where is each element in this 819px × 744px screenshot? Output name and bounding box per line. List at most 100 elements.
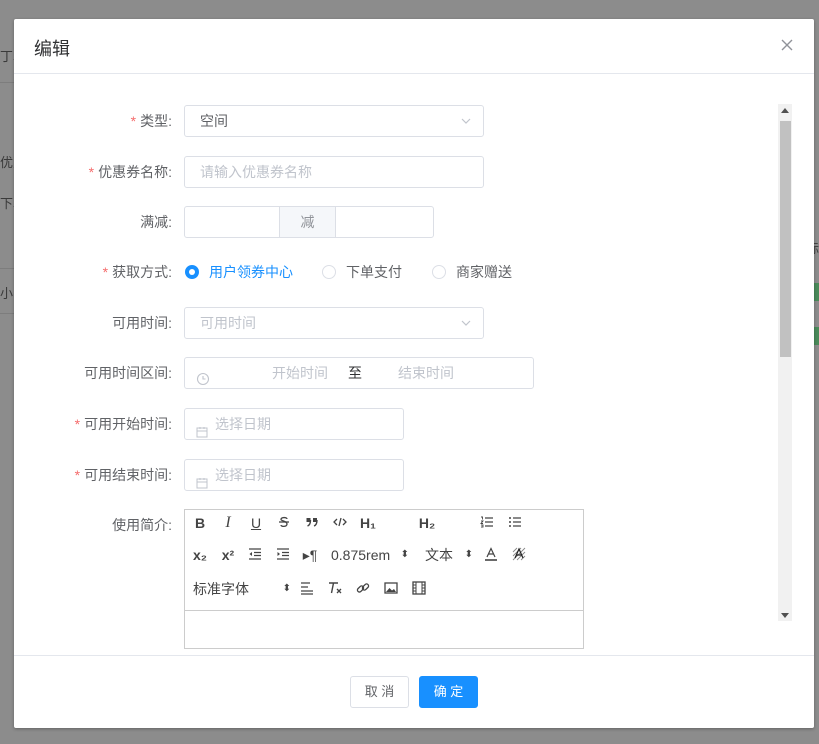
cancel-button[interactable]: 取 消 [350,676,409,708]
up-down-icon: ⬍ [464,549,473,560]
radio-dot [185,265,199,279]
outdent-icon[interactable] [245,544,265,566]
range-end-placeholder: 结束时间 [398,365,454,381]
ordered-list-icon[interactable] [477,512,497,534]
get-method-label: 获取方式: [112,264,172,280]
indent-icon[interactable] [273,544,293,566]
discount-amount-input[interactable] [335,206,434,238]
radio-merchant-gift[interactable]: 商家赠送 [432,256,512,288]
editor-toolbar-row: B I U H₁ H₂ [185,512,583,544]
close-icon[interactable] [780,38,794,52]
bg-divider [0,82,14,83]
text-type-select[interactable]: 文本 ⬍ [425,544,475,566]
clock-icon [196,366,210,386]
discount-separator: 减 [280,206,335,238]
radio-label: 商家赠送 [456,264,512,280]
bullet-list-icon[interactable] [505,512,525,534]
superscript-button[interactable]: x² [217,544,239,566]
bg-divider [0,313,14,314]
underline-button[interactable]: U [246,512,266,534]
usable-time-label: 可用时间: [112,315,172,331]
align-left-icon[interactable] [297,578,317,600]
coupon-name-label: 优惠券名称: [98,164,172,180]
form-row-end-date: * 可用结束时间: 选择日期 [14,459,774,491]
video-icon[interactable] [409,578,429,600]
type-value: 空间 [200,113,228,129]
form-row-start-date: * 可用开始时间: 选择日期 [14,408,774,440]
quote-icon[interactable] [302,512,322,534]
discount-group: 减 [184,206,434,238]
end-date-placeholder: 选择日期 [215,467,271,483]
dialog-title: 编辑 [34,39,70,59]
editor-toolbar-row: x₂ x² ▸¶ 0.875rem ⬍ 文本 ⬍ [185,544,583,576]
radio-order-pay[interactable]: 下单支付 [322,256,402,288]
editor-toolbar-row: 标准字体 ⬍ [185,578,583,610]
h1-button[interactable]: H₁ [356,512,380,534]
start-date-label: 可用开始时间: [84,416,172,432]
bg-divider [0,268,14,269]
strike-icon[interactable] [274,512,294,534]
end-date-label: 可用结束时间: [84,467,172,483]
form-row-coupon-name: * 优惠券名称: 请输入优惠券名称 [14,156,774,188]
bg-status-bar [814,283,819,301]
font-size-value: 0.875rem [331,547,391,563]
radio-dot [322,265,336,279]
chevron-down-icon [461,116,471,126]
end-date-picker[interactable]: 选择日期 [184,459,404,491]
usable-time-select[interactable]: 可用时间 [184,307,484,339]
form-row-get-method: * 获取方式: 用户领券中心 下单支付 商家赠送 [14,256,774,288]
edit-dialog: 编辑 * 类型: 空间 * 优惠券名称: 请输入优惠券名称 满减: 减 * 获取… [14,19,814,728]
bg-status-bar [814,327,819,345]
editor-content-area[interactable] [185,610,583,649]
scroll-down-icon[interactable] [781,613,789,618]
font-color-icon[interactable] [481,544,501,566]
calendar-icon [196,418,208,438]
form-row-discount: 满减: 减 [14,206,774,238]
required-mark: * [88,164,95,180]
calendar-icon [196,469,208,489]
scroll-up-icon[interactable] [781,108,789,113]
radio-dot [432,265,446,279]
start-date-placeholder: 选择日期 [215,416,271,432]
coupon-name-input[interactable]: 请输入优惠券名称 [184,156,484,188]
dialog-header: 编辑 [14,19,814,74]
bg-fragment-small: 小 [0,286,14,301]
radio-label: 用户领券中心 [209,264,293,280]
type-select[interactable]: 空间 [184,105,484,137]
up-down-icon: ⬍ [400,549,409,560]
background-color-icon[interactable] [509,544,529,566]
intro-label: 使用简介: [112,517,172,533]
dialog-footer: 取 消 确 定 [14,655,814,729]
font-family-select[interactable]: 标准字体 ⬍ [193,578,291,600]
form-row-intro: 使用简介: B I U H₁ H₂ x₂ x² ▸¶ 0.875rem ⬍ 文本… [14,509,774,649]
link-icon[interactable] [353,578,373,600]
confirm-button[interactable]: 确 定 [419,676,478,708]
required-mark: * [102,264,109,280]
radio-user-center[interactable]: 用户领券中心 [185,256,293,288]
clear-format-icon[interactable] [325,578,345,600]
scrollbar-thumb[interactable] [780,121,791,357]
form-row-usable-time: 可用时间: 可用时间 [14,307,774,339]
range-start-placeholder: 开始时间 [272,365,328,381]
bold-button[interactable]: B [190,512,210,534]
radio-label: 下单支付 [346,264,402,280]
font-size-select[interactable]: 0.875rem ⬍ [331,544,415,566]
h2-button[interactable]: H₂ [415,512,439,534]
direction-button[interactable]: ▸¶ [299,544,321,566]
required-mark: * [74,467,81,483]
type-label: 类型: [140,113,172,129]
form-row-type: * 类型: 空间 [14,105,774,137]
code-icon[interactable] [330,512,350,534]
time-range-picker[interactable]: 开始时间 至 结束时间 [184,357,534,389]
required-mark: * [74,416,81,432]
start-date-picker[interactable]: 选择日期 [184,408,404,440]
rich-text-editor: B I U H₁ H₂ x₂ x² ▸¶ 0.875rem ⬍ 文本 ⬍ 标准字… [184,509,584,649]
required-mark: * [130,113,137,129]
subscript-button[interactable]: x₂ [189,544,211,566]
image-icon[interactable] [381,578,401,600]
coupon-name-placeholder: 请输入优惠券名称 [200,164,312,180]
dialog-body: *类型: 空间 *优惠券名称: 请输入优惠券名称 满减: 减 *获取方式: [14,74,814,654]
text-type-value: 文本 [425,547,453,563]
italic-button[interactable]: I [218,512,238,534]
discount-threshold-input[interactable] [184,206,280,238]
